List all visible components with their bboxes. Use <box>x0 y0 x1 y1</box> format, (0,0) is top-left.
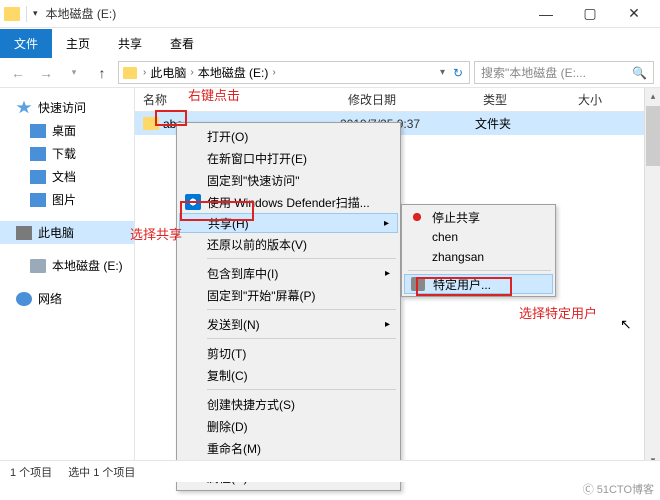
nav-quick-access[interactable]: 快速访问 <box>0 96 134 119</box>
menu-pin-quick-access[interactable]: 固定到"快速访问" <box>179 169 398 191</box>
submenu-specific-users[interactable]: 特定用户... <box>404 274 553 294</box>
menu-include-library[interactable]: 包含到库中(I)▸ <box>179 262 398 284</box>
menu-pin-start[interactable]: 固定到"开始"屏幕(P) <box>179 284 398 306</box>
back-button[interactable]: ← <box>6 61 30 85</box>
search-icon: 🔍 <box>632 66 647 80</box>
refresh-icon[interactable]: ↻ <box>453 66 463 80</box>
path-drive-icon <box>123 67 137 79</box>
forward-button[interactable]: → <box>34 61 58 85</box>
nav-documents[interactable]: 文档 <box>0 165 134 188</box>
col-date[interactable]: 修改日期 <box>340 91 475 108</box>
col-name[interactable]: 名称 <box>135 91 340 108</box>
tab-view[interactable]: 查看 <box>156 29 208 58</box>
breadcrumb-drive[interactable]: 本地磁盘 (E:) <box>196 64 271 81</box>
close-button[interactable]: ✕ <box>612 0 656 28</box>
nav-pictures[interactable]: 图片 <box>0 188 134 211</box>
stop-icon <box>410 210 424 224</box>
tab-file[interactable]: 文件 <box>0 29 52 58</box>
menu-cut[interactable]: 剪切(T) <box>179 342 398 364</box>
menu-share[interactable]: 共享(H)▸ <box>179 213 398 233</box>
search-input[interactable]: 搜索"本地磁盘 (E:... 🔍 <box>474 61 654 84</box>
menu-open-new-window[interactable]: 在新窗口中打开(E) <box>179 147 398 169</box>
menu-create-shortcut[interactable]: 创建快捷方式(S) <box>179 393 398 415</box>
col-size[interactable]: 大小 <box>570 91 630 108</box>
share-submenu: 停止共享 chen zhangsan 特定用户... <box>401 204 556 297</box>
vertical-scrollbar[interactable]: ▴ ▾ <box>644 88 660 468</box>
submenu-arrow-icon: ▸ <box>385 319 390 330</box>
maximize-button[interactable]: ▢ <box>568 0 612 28</box>
defender-icon <box>185 194 201 210</box>
nav-drive-e[interactable]: 本地磁盘 (E:) <box>0 254 134 277</box>
nav-desktop[interactable]: 桌面 <box>0 119 134 142</box>
address-dropdown-icon[interactable]: ▾ <box>440 67 445 78</box>
minimize-button[interactable]: — <box>524 0 568 28</box>
scroll-up-icon[interactable]: ▴ <box>645 88 660 104</box>
document-icon <box>30 170 46 184</box>
desktop-icon <box>30 124 46 138</box>
menu-restore-versions[interactable]: 还原以前的版本(V) <box>179 233 398 255</box>
star-icon <box>16 101 32 115</box>
submenu-user-chen[interactable]: chen <box>404 227 553 247</box>
submenu-stop-sharing[interactable]: 停止共享 <box>404 207 553 227</box>
menu-defender-scan[interactable]: 使用 Windows Defender扫描... <box>179 191 398 213</box>
window-title: 本地磁盘 (E:) <box>42 5 524 22</box>
status-bar: 1 个项目 选中 1 个项目 <box>0 460 660 482</box>
menu-rename[interactable]: 重命名(M) <box>179 437 398 459</box>
nav-this-pc[interactable]: 此电脑 <box>0 221 134 244</box>
folder-icon <box>143 117 159 130</box>
file-type: 文件夹 <box>475 115 570 132</box>
recent-dropdown-icon[interactable]: ▾ <box>62 61 86 85</box>
menu-delete[interactable]: 删除(D) <box>179 415 398 437</box>
watermark: Ⓒ 51CTO博客 <box>583 481 654 497</box>
quick-access-dropdown-icon[interactable]: ▾ <box>29 8 42 19</box>
download-icon <box>30 147 46 161</box>
nav-downloads[interactable]: 下载 <box>0 142 134 165</box>
breadcrumb-pc[interactable]: 此电脑 <box>148 64 188 81</box>
search-placeholder: 搜索"本地磁盘 (E:... <box>481 64 586 81</box>
up-button[interactable]: ↑ <box>90 61 114 85</box>
address-path[interactable]: › 此电脑 › 本地磁盘 (E:) › ▾ ↻ <box>118 61 470 84</box>
ribbon-tabs: 文件 主页 共享 查看 <box>0 28 660 58</box>
network-icon <box>16 292 32 306</box>
submenu-arrow-icon: ▸ <box>384 218 389 229</box>
submenu-arrow-icon: ▸ <box>385 268 390 279</box>
app-folder-icon <box>4 7 20 21</box>
cursor-icon: ↖ <box>620 316 632 333</box>
column-headers: 名称 修改日期 类型 大小 <box>135 88 660 112</box>
tab-share[interactable]: 共享 <box>104 29 156 58</box>
scroll-thumb[interactable] <box>646 106 660 166</box>
submenu-user-zhangsan[interactable]: zhangsan <box>404 247 553 267</box>
user-icon <box>411 277 425 291</box>
status-selected-count: 选中 1 个项目 <box>68 464 135 480</box>
col-type[interactable]: 类型 <box>475 91 570 108</box>
tab-home[interactable]: 主页 <box>52 29 104 58</box>
title-bar: ▾ 本地磁盘 (E:) — ▢ ✕ <box>0 0 660 28</box>
pc-icon <box>16 226 32 240</box>
nav-network[interactable]: 网络 <box>0 287 134 310</box>
menu-copy[interactable]: 复制(C) <box>179 364 398 386</box>
status-item-count: 1 个项目 <box>10 464 52 480</box>
picture-icon <box>30 193 46 207</box>
navigation-pane: 快速访问 桌面 下载 文档 图片 此电脑 本地磁盘 (E:) 网络 <box>0 88 135 468</box>
drive-icon <box>30 259 46 273</box>
address-bar: ← → ▾ ↑ › 此电脑 › 本地磁盘 (E:) › ▾ ↻ 搜索"本地磁盘 … <box>0 58 660 88</box>
context-menu: 打开(O) 在新窗口中打开(E) 固定到"快速访问" 使用 Windows De… <box>176 122 401 491</box>
menu-open[interactable]: 打开(O) <box>179 125 398 147</box>
menu-send-to[interactable]: 发送到(N)▸ <box>179 313 398 335</box>
